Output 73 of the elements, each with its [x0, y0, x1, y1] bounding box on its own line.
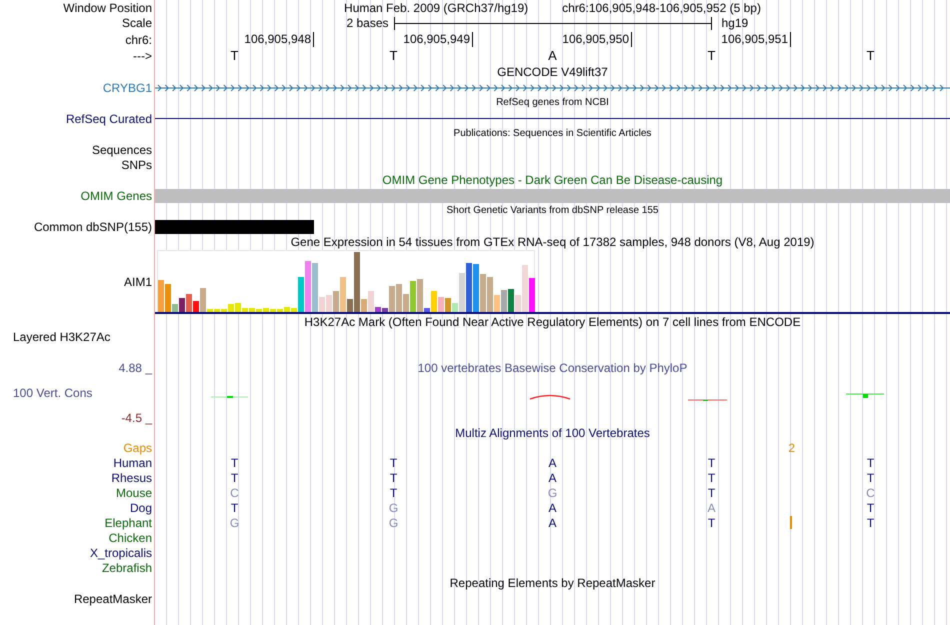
species-label[interactable]: Zebrafish [102, 560, 152, 574]
base-letter: A [707, 500, 716, 514]
base-letter: A [548, 500, 556, 514]
track-label[interactable]: RefSeq Curated [66, 112, 152, 126]
base-letter: T [866, 49, 874, 63]
base-letter: G [388, 500, 398, 514]
coordinate-tick: 106,905,950 [562, 32, 632, 47]
axis-max-label: 4.88 _ [118, 361, 152, 375]
species-label[interactable]: Rhesus [111, 470, 152, 484]
base-letter: T [390, 470, 398, 484]
track-label[interactable]: Common dbSNP(155) [34, 220, 152, 234]
base-letter: A [548, 470, 556, 484]
track-title: OMIM Gene Phenotypes - Dark Green Can Be Disease-causing [382, 173, 723, 187]
track-label[interactable]: AIM1 [124, 275, 152, 289]
base-letter: T [708, 516, 716, 530]
track-label[interactable]: OMIM Genes [80, 188, 152, 202]
coordinate-tick: 106,905,951 [721, 32, 791, 47]
base-letter: T [230, 456, 238, 470]
assembly-text: Human Feb. 2009 (GRCh37/hg19) [344, 0, 528, 14]
base-letter: A [548, 456, 556, 470]
row-label: ---> [133, 49, 152, 63]
base-letter: T [390, 49, 398, 63]
base-letter: C [866, 486, 875, 500]
coordinate-tick: 106,905,949 [403, 32, 473, 47]
row-label: Scale [122, 16, 152, 30]
track-title: Gene Expression in 54 tissues from GTEx RNA-seq of 17382 samples, 948 donors (V8, Aug 2019) [290, 235, 814, 249]
base-letter: T [866, 516, 874, 530]
base-letter: T [390, 456, 398, 470]
track-label[interactable]: RepeatMasker [74, 592, 152, 606]
species-label[interactable]: Mouse [116, 486, 152, 500]
species-label[interactable]: Elephant [104, 516, 152, 530]
base-letter: T [230, 500, 238, 514]
row-label: Window Position [63, 0, 152, 14]
coordinate-tick: 106,905,948 [244, 32, 314, 47]
species-label[interactable]: Human [113, 456, 152, 470]
base-letter: T [866, 470, 874, 484]
scale-text: 2 bases [346, 16, 388, 30]
track-title: RefSeq genes from NCBI [496, 96, 609, 110]
track-title: H3K27Ac Mark (Often Found Near Active Regulatory Elements) on 7 cell lines from ENCODE [304, 315, 801, 329]
track-title: 100 vertebrates Basewise Conservation by PhyloP [418, 361, 688, 375]
base-letter: G [388, 516, 398, 530]
base-letter: C [230, 486, 239, 500]
track-title: Multiz Alignments of 100 Vertebrates [455, 426, 650, 440]
base-letter: G [548, 486, 558, 500]
track-label[interactable]: Layered H3K27Ac [13, 330, 110, 344]
base-letter: T [866, 456, 874, 470]
base-letter: T [230, 49, 238, 63]
track-label[interactable]: 100 Vert. Cons [13, 386, 92, 400]
species-label[interactable]: Chicken [108, 530, 152, 544]
track-title: Repeating Elements by RepeatMasker [450, 576, 656, 590]
species-label[interactable]: Dog [130, 500, 152, 514]
base-letter: A [548, 516, 556, 530]
base-letter: T [708, 486, 716, 500]
base-letter: T [390, 486, 398, 500]
base-letter: T [230, 470, 238, 484]
base-letter: T [866, 500, 874, 514]
base-letter: T [708, 456, 716, 470]
row-label: chr6: [125, 32, 152, 46]
track-title: GENCODE V49lift37 [497, 65, 608, 79]
species-label[interactable]: X_tropicalis [90, 546, 152, 560]
track-title: Short Genetic Variants from dbSNP release 155 [446, 204, 658, 218]
gap-count: 2 [788, 441, 795, 455]
track-label[interactable]: SNPs [121, 158, 152, 172]
position-text: chr6:106,905,948-106,905,952 (5 bp) [562, 0, 761, 14]
base-letter: T [708, 49, 716, 63]
base-letter: T [708, 470, 716, 484]
axis-min-label: -4.5 _ [121, 410, 152, 424]
track-label[interactable]: CRYBG1 [102, 80, 152, 94]
base-letter: A [548, 49, 557, 63]
base-letter: G [230, 516, 240, 530]
assembly-label: hg19 [722, 16, 750, 30]
track-label[interactable]: Sequences [92, 142, 152, 156]
track-title: Publications: Sequences in Scientific Articles [454, 127, 652, 141]
